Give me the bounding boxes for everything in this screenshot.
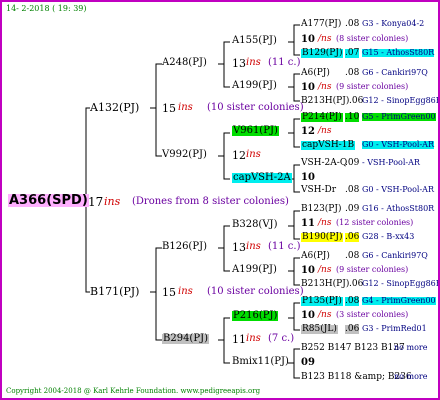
gen4-row-7-value: .10 xyxy=(345,112,360,122)
gen4-row-10-detail: - VSH-Pool-AR xyxy=(362,158,420,167)
gen4-row-22-detail: no more xyxy=(394,343,428,352)
gen2-node-3[interactable]: B126(PJ) xyxy=(162,242,207,252)
gen1-note-1: (10 sister colonies) xyxy=(207,102,304,113)
gen2-num-3: 13 xyxy=(232,241,246,254)
gen4-row-3-value: .07 xyxy=(345,48,360,58)
gen4-row-5-value: /ns xyxy=(318,82,332,92)
gen4-row-18-detail: G12 - SinopEgg86R xyxy=(362,279,440,288)
gen4-row-23-id: 09 xyxy=(301,357,315,368)
gen4-row-4-id[interactable]: A6(PJ) xyxy=(301,69,330,78)
gen4-row-6-detail: G12 - SinopEgg86R xyxy=(362,96,440,105)
gen3-node-5[interactable]: B328(VJ) xyxy=(232,220,277,230)
gen4-row-7-id[interactable]: P214(PJ) xyxy=(301,113,343,122)
gen2-ins-3: ins xyxy=(246,241,261,252)
header-date: 14- 2-2018 ( 19: 39) xyxy=(6,4,87,13)
gen1-num-1: 15 xyxy=(162,102,176,115)
gen4-row-19-detail: G4 - PrimGreen00 xyxy=(362,296,436,305)
gen4-row-21-id[interactable]: R85(JL) xyxy=(301,325,338,334)
root-ins: ins xyxy=(104,195,121,208)
gen4-row-13-id[interactable]: B123(PJ) xyxy=(301,205,341,214)
gen2-num-2: 12 xyxy=(232,149,246,162)
gen4-row-17-id: 10 xyxy=(301,265,315,276)
gen4-row-11-id: 10 xyxy=(301,172,315,183)
gen4-row-14-detail: (12 sister colonies) xyxy=(336,218,414,227)
gen4-row-16-value: .08 xyxy=(345,251,360,261)
gen4-row-14-value: /ns xyxy=(318,218,332,228)
gen1-node-1[interactable]: A132(PJ) xyxy=(90,102,139,113)
gen4-row-24-detail: no more xyxy=(394,372,428,381)
gen3-node-7[interactable]: P216(PJ) xyxy=(232,311,279,321)
gen4-row-17-detail: (9 sister colonies) xyxy=(336,265,409,274)
gen4-row-12-detail: G0 - VSH-Pool-AR xyxy=(362,185,434,194)
gen4-row-20-detail: (3 sister colonies) xyxy=(336,310,409,319)
gen4-row-19-value: .08 xyxy=(345,296,360,306)
gen4-row-16-detail: G6 - Cankiri97Q xyxy=(362,251,428,260)
gen4-row-4-detail: G6 - Cankiri97Q xyxy=(362,68,428,77)
gen4-row-10-value: .09 xyxy=(345,158,360,168)
gen3-node-8[interactable]: Bmix11(PJ) xyxy=(232,357,289,367)
gen2-node-4[interactable]: B294(PJ) xyxy=(162,334,209,344)
gen2-node-1[interactable]: A248(PJ) xyxy=(162,58,207,68)
footer-copyright: Copyright 2004-2018 @ Karl Kehrle Founda… xyxy=(6,387,261,395)
gen4-row-9-id[interactable]: capVSH-1B xyxy=(301,141,356,150)
gen4-row-2-value: /ns xyxy=(318,34,332,44)
gen4-row-12-id[interactable]: VSH-Dr xyxy=(301,186,336,195)
gen4-row-1-detail: G3 - Konya04-2 xyxy=(362,19,425,28)
gen4-row-8-value: /ns xyxy=(318,126,332,136)
gen4-row-4-value: .08 xyxy=(345,68,360,78)
gen1-ins-2: ins xyxy=(178,286,193,297)
gen4-row-10-id[interactable]: VSH-2A-Q xyxy=(301,159,347,168)
gen4-row-7-detail: G5 - PrimGreen00 xyxy=(362,112,436,121)
gen3-node-6[interactable]: A199(PJ) xyxy=(232,265,277,275)
gen4-row-20-id: 10 xyxy=(301,310,315,321)
gen4-row-5-id: 10 xyxy=(301,82,315,93)
gen3-node-1[interactable]: A155(PJ) xyxy=(232,36,277,46)
gen4-row-3-detail: G15 - AthosSt80R xyxy=(362,48,435,57)
gen4-row-1-id[interactable]: A177(PJ) xyxy=(301,20,341,29)
gen2-ins-4: ins xyxy=(246,333,261,344)
gen4-row-8-id: 12 xyxy=(301,126,315,137)
gen4-row-14-id: 11 xyxy=(301,218,315,229)
gen4-row-1-value: .08 xyxy=(345,19,360,29)
gen4-row-20-value: /ns xyxy=(318,310,332,320)
gen4-row-12-value: .08 xyxy=(345,185,360,195)
gen2-ins-1: ins xyxy=(246,57,261,68)
gen4-row-5-detail: (9 sister colonies) xyxy=(336,82,409,91)
gen1-ins-1: ins xyxy=(178,102,193,113)
gen3-node-3[interactable]: V961(PJ) xyxy=(232,126,279,136)
gen2-num-1: 13 xyxy=(232,57,246,70)
root-node[interactable]: A366(SPD) xyxy=(8,194,89,207)
gen2-note-4: (7 c.) xyxy=(268,333,295,344)
gen4-row-2-id: 10 xyxy=(301,34,315,45)
gen2-node-2[interactable]: V992(PJ) xyxy=(162,150,207,160)
gen4-row-2-detail: (8 sister colonies) xyxy=(336,34,409,43)
gen4-row-6-id[interactable]: B213H(PJ) xyxy=(301,97,349,106)
gen1-note-2: (10 sister colonies) xyxy=(207,286,304,297)
gen4-row-22-id[interactable]: B252 B147 B123 B137 xyxy=(301,344,405,353)
root-note: (Drones from 8 sister colonies) xyxy=(132,196,289,207)
gen2-note-1: (11 c.) xyxy=(268,57,301,68)
gen4-row-15-value: .06 xyxy=(345,232,360,242)
gen4-row-3-id[interactable]: B129(PJ) xyxy=(301,49,344,58)
gen4-row-17-value: /ns xyxy=(318,265,332,275)
gen2-num-4: 11 xyxy=(232,333,246,346)
gen4-row-21-value: .06 xyxy=(345,324,360,334)
gen4-row-9-detail: G0 - VSH-Pool-AR xyxy=(362,140,434,149)
gen1-node-2[interactable]: B171(PJ) xyxy=(90,286,139,297)
gen4-row-15-id[interactable]: B190(PJ) xyxy=(301,233,344,242)
root-num: 17 xyxy=(88,195,104,209)
gen3-node-4[interactable]: capVSH-2A xyxy=(232,173,292,183)
gen2-note-3: (11 c.) xyxy=(268,241,301,252)
gen4-row-18-id[interactable]: B213H(PJ) xyxy=(301,280,349,289)
gen4-row-15-detail: G28 - B-xx43 xyxy=(362,232,415,241)
gen4-row-13-value: .09 xyxy=(345,204,360,214)
pedigree-frame: 14- 2-2018 ( 19: 39) A366(SPD) 17 ins (D… xyxy=(0,0,440,400)
gen4-row-21-detail: G3 - PrimRed01 xyxy=(362,324,427,333)
gen1-num-2: 15 xyxy=(162,286,176,299)
gen4-row-19-id[interactable]: P135(PJ) xyxy=(301,297,343,306)
gen4-row-16-id[interactable]: A6(PJ) xyxy=(301,252,330,261)
gen3-node-2[interactable]: A199(PJ) xyxy=(232,81,277,91)
gen4-row-13-detail: G16 - AthosSt80R xyxy=(362,204,435,213)
gen2-ins-2: ins xyxy=(246,149,261,160)
